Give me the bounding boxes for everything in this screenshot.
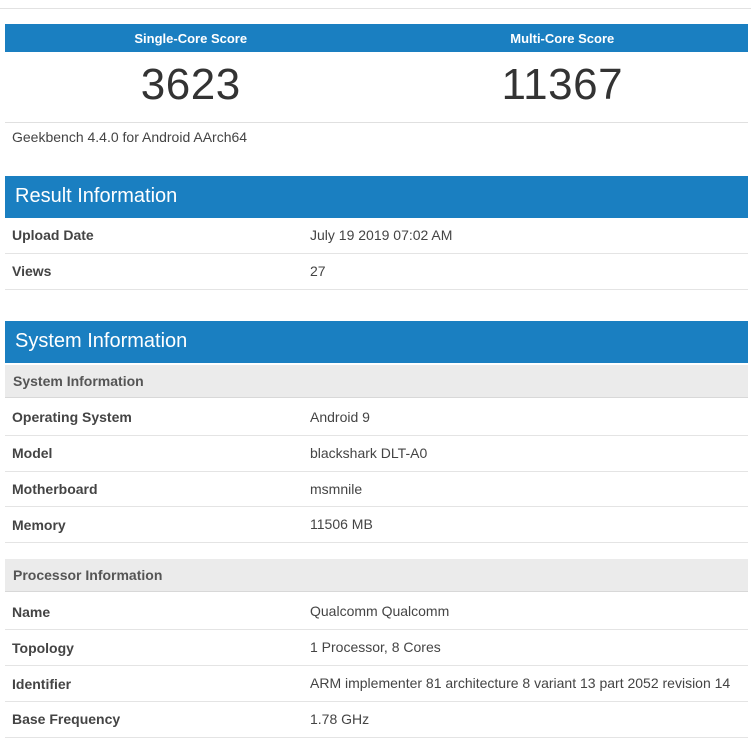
row-label: Model (5, 437, 310, 469)
table-row: Name Qualcomm Qualcomm (5, 594, 748, 630)
row-value: 11506 MB (310, 507, 748, 542)
row-label: Base Frequency (5, 703, 310, 735)
result-information-section: Result Information Upload Date July 19 2… (5, 176, 748, 290)
row-value: blackshark DLT-A0 (310, 436, 748, 471)
row-value: July 19 2019 07:02 AM (310, 218, 748, 253)
multi-core-score-value: 11367 (377, 60, 749, 110)
row-value: 1 Processor, 8 Cores (310, 630, 748, 665)
single-core-score-value: 3623 (5, 60, 377, 110)
row-label: Views (5, 255, 310, 287)
geekbench-result-page: Single-Core Score Multi-Core Score 3623 … (0, 8, 751, 738)
table-row: Model blackshark DLT-A0 (5, 436, 748, 472)
page-content: Single-Core Score Multi-Core Score 3623 … (5, 24, 748, 738)
single-core-score-label: Single-Core Score (5, 24, 377, 52)
row-value: 27 (310, 254, 748, 289)
table-row: Views 27 (5, 254, 748, 290)
row-value: msmnile (310, 472, 748, 507)
row-label: Memory (5, 509, 310, 541)
score-banner: Single-Core Score Multi-Core Score (5, 24, 748, 52)
row-value: 1.78 GHz (310, 702, 748, 737)
row-label: Name (5, 596, 310, 628)
row-value: Qualcomm Qualcomm (310, 594, 748, 629)
system-information-subheader: System Information (5, 365, 748, 398)
row-label: Operating System (5, 401, 310, 433)
table-row: Identifier ARM implementer 81 architectu… (5, 666, 748, 702)
row-value: ARM implementer 81 architecture 8 varian… (310, 666, 748, 701)
processor-information-subheader: Processor Information (5, 559, 748, 592)
row-label: Identifier (5, 668, 310, 700)
system-information-header: System Information (5, 321, 748, 363)
row-label: Upload Date (5, 219, 310, 251)
row-value: Android 9 (310, 400, 748, 435)
table-row: Motherboard msmnile (5, 472, 748, 508)
score-values: 3623 11367 (5, 52, 748, 122)
benchmark-version-caption: Geekbench 4.4.0 for Android AArch64 (5, 123, 748, 145)
table-row: Operating System Android 9 (5, 400, 748, 436)
system-information-section: System Information System Information Op… (5, 321, 748, 738)
table-row: Base Frequency 1.78 GHz (5, 702, 748, 738)
row-label: Motherboard (5, 473, 310, 505)
row-label: Topology (5, 632, 310, 664)
table-row: Topology 1 Processor, 8 Cores (5, 630, 748, 666)
top-divider (0, 8, 751, 9)
table-row: Upload Date July 19 2019 07:02 AM (5, 218, 748, 254)
multi-core-score-label: Multi-Core Score (377, 24, 749, 52)
table-row: Memory 11506 MB (5, 507, 748, 543)
result-information-header: Result Information (5, 176, 748, 218)
